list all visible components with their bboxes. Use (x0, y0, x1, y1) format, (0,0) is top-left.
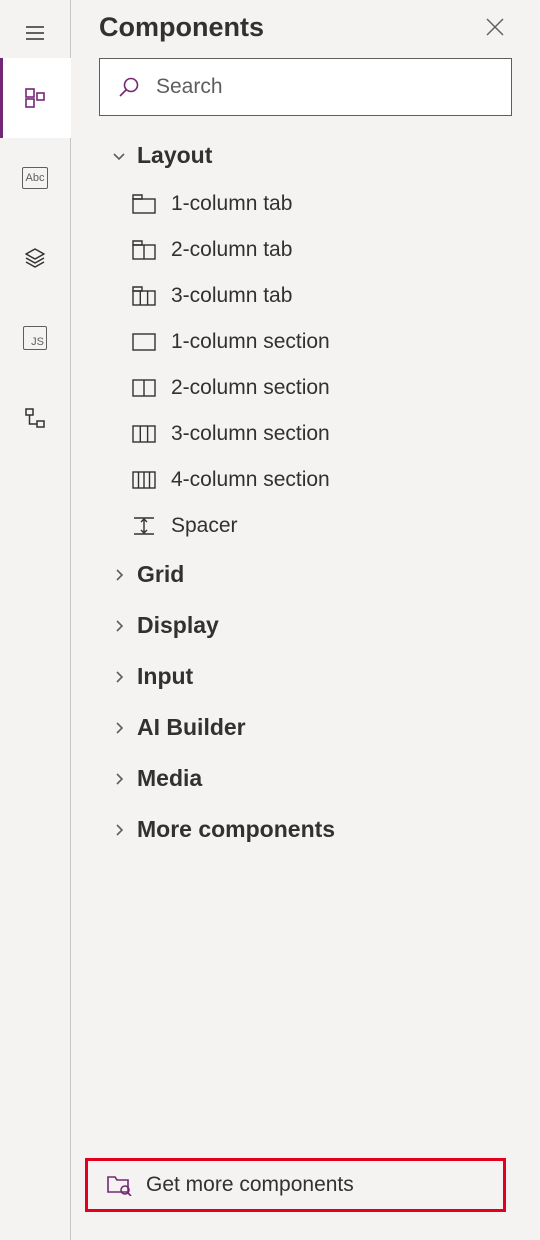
layers-icon (23, 246, 47, 270)
hamburger-menu-button[interactable] (0, 8, 71, 58)
chevron-right-icon (111, 567, 127, 583)
leaf-label: 3-column section (171, 422, 330, 446)
abc-icon: Abc (22, 167, 48, 189)
leaf-label: Spacer (171, 514, 238, 538)
four-col-section-icon (131, 468, 157, 492)
rail-item-components[interactable] (0, 58, 71, 138)
category-label: Display (137, 612, 219, 639)
leaf-label: 1-column tab (171, 192, 292, 216)
category-layout[interactable]: Layout (81, 130, 530, 181)
leaf-1-column-tab[interactable]: 1-column tab (81, 181, 530, 227)
leaf-3-column-section[interactable]: 3-column section (81, 411, 530, 457)
footer-label: Get more components (146, 1173, 354, 1197)
hamburger-icon (23, 21, 47, 45)
category-more-components[interactable]: More components (81, 804, 530, 855)
rail-item-code[interactable]: JS (0, 298, 71, 378)
component-tree: Layout 1-column tab 2-column tab (71, 130, 540, 1240)
category-display[interactable]: Display (81, 600, 530, 651)
components-icon (23, 86, 47, 110)
leaf-4-column-section[interactable]: 4-column section (81, 457, 530, 503)
three-col-section-icon (131, 422, 157, 446)
leaf-1-column-section[interactable]: 1-column section (81, 319, 530, 365)
search-container (71, 54, 540, 130)
chevron-right-icon (111, 720, 127, 736)
category-label: Media (137, 765, 202, 792)
folder-search-icon (106, 1174, 132, 1196)
search-input[interactable] (154, 74, 493, 100)
spacer-icon (131, 514, 157, 538)
chevron-right-icon (111, 822, 127, 838)
category-label: Layout (137, 142, 212, 169)
search-box[interactable] (99, 58, 512, 116)
components-panel: Components (71, 0, 540, 1240)
two-col-section-icon (131, 376, 157, 400)
rail-item-fields[interactable]: Abc (0, 138, 71, 218)
get-more-components-button[interactable]: Get more components (85, 1158, 506, 1212)
category-ai-builder[interactable]: AI Builder (81, 702, 530, 753)
two-col-tab-icon (131, 238, 157, 262)
leaf-label: 2-column tab (171, 238, 292, 262)
search-icon (118, 76, 140, 98)
left-nav-rail: Abc JS (0, 0, 71, 1240)
one-col-tab-icon (131, 192, 157, 216)
panel-title: Components (99, 12, 264, 43)
close-button[interactable] (478, 10, 512, 44)
rail-item-layers[interactable] (0, 218, 71, 298)
one-col-section-icon (131, 330, 157, 354)
category-input[interactable]: Input (81, 651, 530, 702)
chevron-right-icon (111, 771, 127, 787)
leaf-label: 4-column section (171, 468, 330, 492)
leaf-2-column-tab[interactable]: 2-column tab (81, 227, 530, 273)
tree-icon (23, 406, 47, 430)
category-label: Grid (137, 561, 184, 588)
category-media[interactable]: Media (81, 753, 530, 804)
leaf-label: 2-column section (171, 376, 330, 400)
leaf-spacer[interactable]: Spacer (81, 503, 530, 549)
leaf-label: 1-column section (171, 330, 330, 354)
leaf-3-column-tab[interactable]: 3-column tab (81, 273, 530, 319)
category-label: More components (137, 816, 335, 843)
chevron-right-icon (111, 669, 127, 685)
leaf-2-column-section[interactable]: 2-column section (81, 365, 530, 411)
js-icon: JS (23, 326, 47, 350)
leaf-label: 3-column tab (171, 284, 292, 308)
panel-header: Components (71, 0, 540, 54)
chevron-right-icon (111, 618, 127, 634)
three-col-tab-icon (131, 284, 157, 308)
category-label: AI Builder (137, 714, 246, 741)
close-icon (485, 17, 505, 37)
chevron-down-icon (111, 148, 127, 164)
category-label: Input (137, 663, 193, 690)
rail-item-tree[interactable] (0, 378, 71, 458)
category-grid[interactable]: Grid (81, 549, 530, 600)
